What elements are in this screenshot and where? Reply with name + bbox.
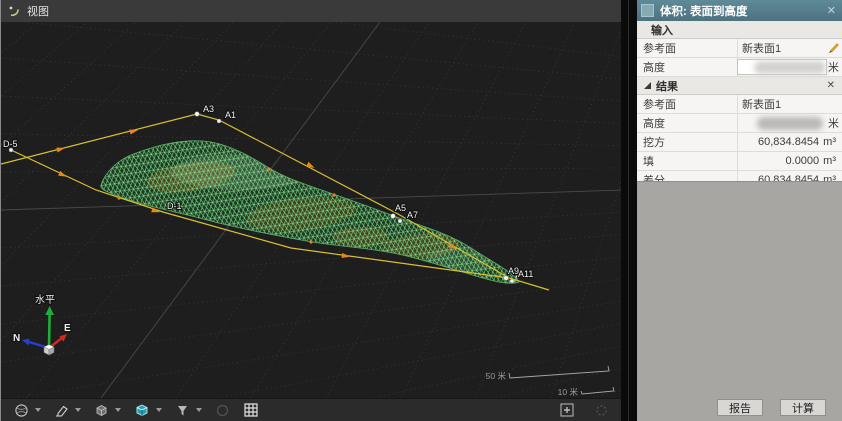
view-cube-dropdown-icon[interactable] — [156, 408, 162, 412]
grid-icon[interactable] — [243, 402, 259, 418]
redacted-value — [754, 61, 826, 74]
point-label: D-1 — [167, 201, 182, 211]
reference-surface-label: 参考面 — [637, 39, 737, 57]
fill-volume-unit: m³ — [823, 155, 836, 167]
report-button[interactable]: 报告 — [717, 399, 763, 416]
axis-east-label: E — [64, 323, 71, 334]
display-style-icon[interactable] — [14, 403, 29, 418]
elevation-label: 高度 — [637, 58, 737, 76]
3d-viewport[interactable]: D-5 A3 A1 D-1 A5 A7 A9 A11 — [1, 22, 621, 398]
panel-splitter[interactable] — [621, 0, 637, 421]
result-clear-icon[interactable]: ✕ — [827, 80, 835, 91]
panel-button-row: 报告 计算 — [717, 399, 826, 416]
point-label: A5 — [395, 203, 406, 213]
result-section-label: 结果 — [656, 78, 678, 94]
filter-dropdown-icon[interactable] — [196, 408, 202, 412]
point-label: D-5 — [3, 139, 18, 149]
input-section-label: 输入 — [651, 22, 673, 38]
cut-volume-unit: m³ — [823, 136, 836, 148]
view-cube-icon[interactable] — [134, 402, 150, 418]
result-reference-surface-text: 新表面1 — [742, 96, 781, 112]
cut-volume-value: 60,834.8454 m³ — [737, 133, 842, 151]
axis-gizmo[interactable]: 水平 N E — [13, 294, 71, 355]
display-style-dropdown-icon[interactable] — [35, 408, 41, 412]
filter-icon[interactable] — [175, 403, 190, 418]
result-reference-surface-row: 参考面 新表面1 — [637, 95, 842, 114]
panel-close-icon[interactable]: ✕ — [827, 4, 836, 17]
collapse-triangle-icon[interactable] — [644, 82, 651, 89]
reference-surface-row: 参考面 新表面1 — [637, 39, 842, 58]
result-elevation-label: 高度 — [637, 114, 737, 132]
panel-title: 体积: 表面到高度 — [660, 3, 748, 19]
scale-major-label: 50 米 — [486, 371, 507, 381]
input-section-header[interactable]: 输入 — [637, 21, 842, 39]
point-label: A3 — [203, 104, 214, 114]
point-label: A7 — [407, 210, 418, 220]
edit-pencil-icon[interactable] — [826, 41, 840, 55]
panel-icon — [641, 4, 654, 17]
point-label: A11 — [518, 269, 533, 279]
view-tab-icon — [8, 5, 21, 18]
app-window: 视图 — [0, 0, 842, 421]
result-elevation-value: 米 — [737, 114, 842, 132]
result-section-header[interactable]: 结果 ✕ — [637, 77, 842, 95]
redacted-value — [757, 117, 823, 130]
add-view-icon[interactable] — [559, 402, 575, 418]
result-reference-surface-value: 新表面1 — [737, 95, 842, 113]
result-elevation-row: 高度 米 — [637, 114, 842, 133]
axis-north-label: N — [13, 333, 20, 344]
cut-volume-row: 挖方 60,834.8454 m³ — [637, 133, 842, 152]
viewport-tabbar: 视图 — [1, 0, 621, 22]
cut-volume-label: 挖方 — [637, 133, 737, 151]
scale-minor-label: 10 米 — [558, 387, 579, 397]
selection-icon[interactable] — [215, 403, 230, 418]
fill-volume-label: 填 — [637, 152, 737, 170]
fill-volume-value: 0.0000 m³ — [737, 152, 842, 170]
elevation-unit: 米 — [828, 58, 839, 76]
point-label: A1 — [225, 110, 236, 120]
result-reference-surface-label: 参考面 — [637, 95, 737, 113]
volume-panel: 体积: 表面到高度 ✕ 输入 参考面 新表面1 高度 米 — [637, 0, 842, 421]
cut-volume-number: 60,834.8454 — [758, 136, 819, 148]
erase-icon[interactable] — [54, 403, 69, 418]
axis-up-label: 水平 — [35, 294, 55, 306]
elevation-value-cell: 米 — [737, 58, 842, 76]
fill-volume-row: 填 0.0000 m³ — [637, 152, 842, 171]
calculate-button[interactable]: 计算 — [780, 399, 826, 416]
elevation-input-row: 高度 米 — [637, 58, 842, 77]
origin-cube — [44, 345, 54, 356]
fill-volume-number: 0.0000 — [786, 155, 820, 167]
pan-icon[interactable] — [594, 403, 609, 418]
3d-box-dropdown-icon[interactable] — [115, 408, 121, 412]
tab-view[interactable]: 视图 — [1, 3, 49, 19]
result-elevation-unit: 米 — [828, 114, 839, 132]
reference-surface-value-cell[interactable]: 新表面1 — [737, 39, 842, 57]
panel-filler: 报告 计算 — [637, 181, 842, 421]
3d-box-icon[interactable] — [94, 403, 109, 418]
viewport-toolbar — [1, 398, 637, 421]
reference-surface-value: 新表面1 — [742, 40, 781, 56]
tab-view-label: 视图 — [27, 3, 49, 19]
erase-dropdown-icon[interactable] — [75, 408, 81, 412]
panel-title-bar[interactable]: 体积: 表面到高度 ✕ — [637, 0, 842, 21]
